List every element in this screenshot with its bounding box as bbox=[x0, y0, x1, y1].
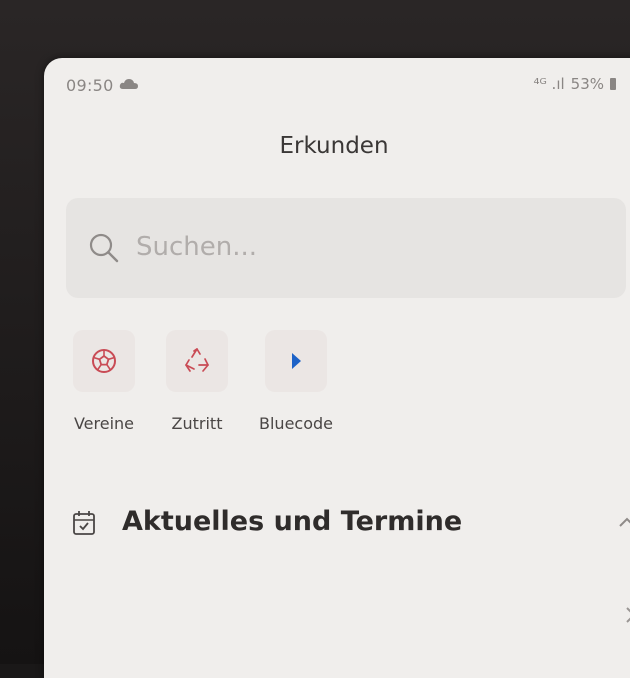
quick-action-vereine[interactable]: Vereine bbox=[54, 330, 154, 433]
quick-action-label: Bluecode bbox=[259, 414, 333, 433]
app-screen: 09:50 ⁴ᴳ .ıl 53% Erkunden Suchen... Vere… bbox=[44, 58, 630, 678]
quick-action-label: Zutritt bbox=[171, 414, 223, 433]
recycle-icon bbox=[185, 348, 209, 372]
chevron-up-icon[interactable] bbox=[618, 516, 630, 528]
search-input[interactable] bbox=[134, 226, 538, 268]
quick-action-tile[interactable] bbox=[166, 330, 228, 392]
calendar-check-icon bbox=[73, 511, 95, 535]
quick-action-bluecode[interactable]: Bluecode bbox=[246, 330, 346, 433]
device-frame: 09:50 ⁴ᴳ .ıl 53% Erkunden Suchen... Vere… bbox=[0, 0, 630, 678]
quick-action-tile[interactable] bbox=[265, 330, 327, 392]
soccer-ball-icon bbox=[92, 349, 116, 373]
battery-percent: 53% bbox=[570, 75, 604, 93]
section-title: Aktuelles und Termine bbox=[122, 506, 463, 537]
status-bar: 09:50 ⁴ᴳ .ıl 53% bbox=[44, 58, 630, 114]
page-title: Erkunden bbox=[279, 133, 389, 159]
search-bar[interactable] bbox=[66, 198, 626, 298]
search-icon bbox=[89, 233, 119, 263]
cloud-icon bbox=[119, 79, 138, 89]
quick-action-zutritt[interactable]: Zutritt bbox=[147, 330, 247, 433]
quick-action-tile[interactable] bbox=[73, 330, 135, 392]
quick-action-label: Vereine bbox=[73, 414, 135, 433]
battery-icon bbox=[610, 78, 616, 90]
chevron-right-icon[interactable] bbox=[624, 606, 630, 624]
section-header-news[interactable]: Aktuelles und Termine bbox=[66, 498, 630, 548]
status-time: 09:50 bbox=[66, 76, 114, 95]
signal-indicator: ⁴ᴳ .ıl bbox=[533, 75, 565, 93]
status-indicators: ⁴ᴳ .ıl 53% bbox=[533, 75, 616, 93]
bluecode-icon bbox=[292, 353, 301, 369]
